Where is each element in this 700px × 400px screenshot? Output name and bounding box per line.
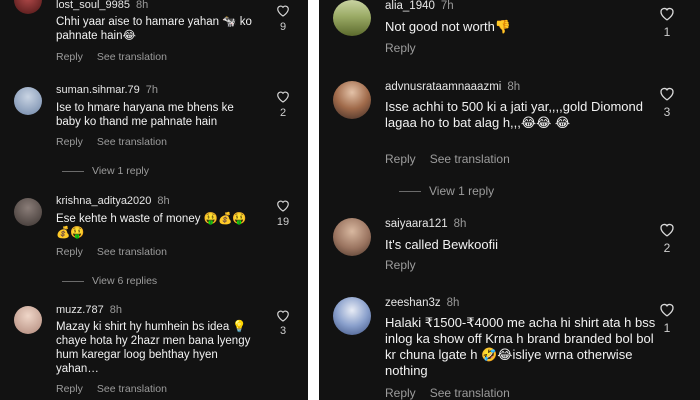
see-translation-button[interactable]: See translation [97,136,167,148]
like-count: 9 [279,21,287,33]
comment-actions: Reply See translation [56,51,167,63]
comment-actions: Reply See translation [385,386,510,400]
like-count: 3 [663,105,671,119]
see-translation-button[interactable]: See translation [97,246,167,258]
like-count: 1 [663,321,671,335]
reply-button[interactable]: Reply [385,258,416,272]
reply-button[interactable]: Reply [56,383,83,395]
heart-icon[interactable] [276,90,290,103]
view-replies-label: View 1 reply [429,184,495,198]
comment-header: krishna_aditya2020 8h [56,195,170,207]
username[interactable]: krishna_aditya2020 [56,195,151,207]
comment-text: Chhi yaar aise to hamare yahan 🐄 ko pahn… [56,16,252,42]
username[interactable]: muzz.787 [56,304,104,316]
like-count: 2 [279,107,287,119]
comment-header: alia_1940 7h [385,0,454,12]
username[interactable]: advnusrataamnaaazmi [385,81,501,93]
avatar[interactable] [14,306,42,334]
comment-header: saiyaara121 8h [385,218,466,230]
comment-text: Halaki ₹1500-₹4000 me acha hi shirt ata … [385,315,656,378]
username[interactable]: saiyaara121 [385,218,448,230]
avatar[interactable] [333,81,371,119]
avatar[interactable] [14,87,42,115]
comments-panel-left: lost_soul_9985 8h Chhi yaar aise to hamar… [0,0,308,400]
reply-button[interactable]: Reply [385,41,416,55]
comment-header: suman.sihmar.79 7h [56,84,158,96]
like-count: 3 [279,325,287,337]
view-replies-label: View 1 reply [92,165,150,177]
reply-button[interactable]: Reply [56,246,83,258]
comment-header: lost_soul_9985 8h [56,0,148,11]
timestamp: 8h [453,218,467,230]
see-translation-button[interactable]: See translation [97,51,167,63]
comment-header: muzz.787 8h [56,304,122,316]
avatar[interactable] [333,0,371,36]
comment-actions: Reply See translation [56,136,167,148]
view-replies-button[interactable]: View 6 replies [62,275,157,287]
heart-icon[interactable] [659,86,675,101]
username[interactable]: suman.sihmar.79 [56,84,140,96]
like-count: 1 [663,25,671,39]
view-replies-button[interactable]: View 1 reply [62,165,149,177]
comment-header: zeeshan3z 8h [385,297,459,309]
avatar[interactable] [14,0,42,14]
username[interactable]: alia_1940 [385,0,435,12]
timestamp: 8h [136,0,149,11]
timestamp: 8h [446,297,460,309]
reply-button[interactable]: Reply [385,152,416,166]
see-translation-button[interactable]: See translation [430,386,510,400]
comment-text: It's called Bewkoofii [385,237,499,252]
avatar[interactable] [14,198,42,226]
view-replies-button[interactable]: View 1 reply [399,184,494,198]
comments-panel-right: alia_1940 7h Not good not worth👎 Reply 1 … [319,0,700,400]
avatar[interactable] [333,218,371,256]
comment-actions: Reply See translation [56,383,167,395]
see-translation-button[interactable]: See translation [430,152,510,166]
comment-actions: Reply See translation [385,152,510,166]
reply-button[interactable]: Reply [56,136,83,148]
comment-text: Mazay ki shirt hy humhein bs idea 💡 chay… [56,321,251,375]
heart-icon[interactable] [659,302,675,317]
like-count: 2 [663,241,671,255]
like-count: 19 [276,216,290,228]
heart-icon[interactable] [276,4,290,17]
comment-text: Not good not worth👎 [385,19,512,34]
username[interactable]: lost_soul_9985 [56,0,130,11]
reply-button[interactable]: Reply [56,51,83,63]
heart-icon[interactable] [659,6,675,21]
heart-icon[interactable] [276,199,290,212]
comment-actions: Reply [385,41,416,55]
avatar[interactable] [333,297,371,335]
timestamp: 7h [145,84,159,96]
timestamp: 8h [507,81,521,93]
heart-icon[interactable] [276,309,290,322]
comment-text: Isse achhi to 500 ki a jati yar,,,,gold … [385,99,643,130]
comment-actions: Reply [385,258,416,272]
view-replies-label: View 6 replies [92,275,158,287]
see-translation-button[interactable]: See translation [97,383,167,395]
comment-text: Ise to hmare haryana me bhens ke baby ko… [56,102,234,128]
timestamp: 7h [440,0,454,12]
reply-button[interactable]: Reply [385,386,416,400]
username[interactable]: zeeshan3z [385,297,441,309]
heart-icon[interactable] [659,222,675,237]
comment-header: advnusrataamnaaazmi 8h [385,81,520,93]
comment-text: Ese kehte h waste of money 🤑💰🤑 💰🤑 [56,213,247,239]
timestamp: 8h [157,195,170,207]
timestamp: 8h [109,304,122,316]
comment-actions: Reply See translation [56,246,167,258]
